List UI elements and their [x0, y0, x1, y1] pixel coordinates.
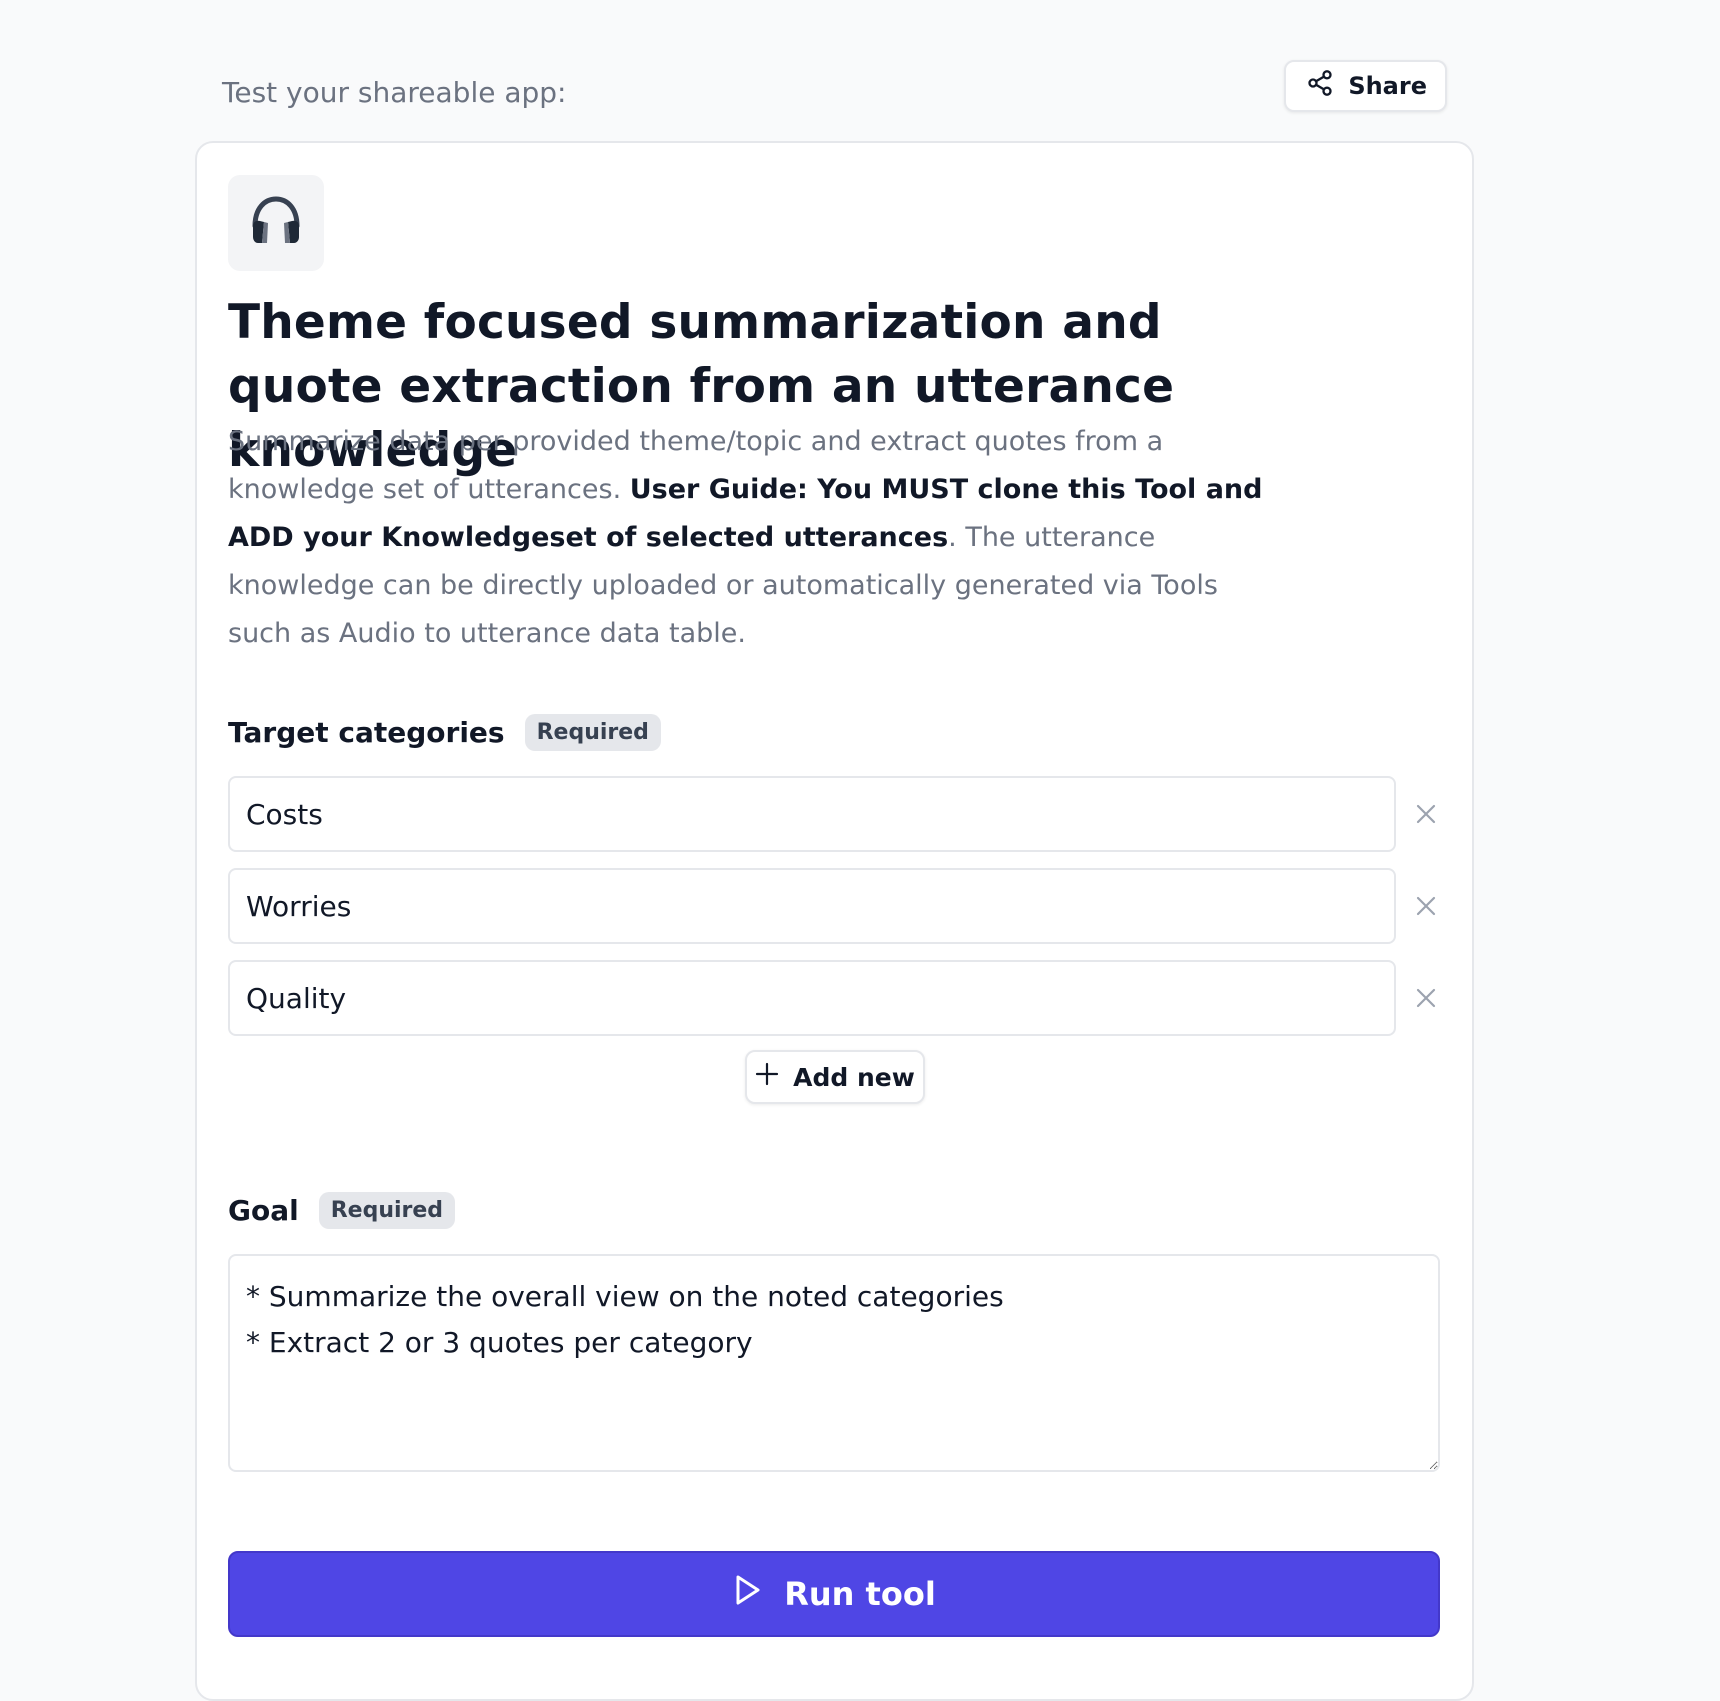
- app-card: Theme focused summarization and quote ex…: [195, 141, 1474, 1701]
- close-icon: [1416, 988, 1436, 1008]
- required-badge: Required: [524, 714, 661, 751]
- headphones-icon: [247, 192, 305, 254]
- add-new-label: Add new: [793, 1062, 915, 1092]
- goal-label: Goal: [228, 1194, 299, 1227]
- app-icon-tile: [228, 175, 324, 271]
- remove-category-button[interactable]: [1411, 799, 1441, 829]
- run-tool-button[interactable]: Run tool: [228, 1551, 1440, 1637]
- category-row: [228, 868, 1438, 944]
- goal-textarea[interactable]: * Summarize the overall view on the note…: [228, 1254, 1440, 1472]
- category-input[interactable]: [228, 960, 1396, 1036]
- category-row: [228, 776, 1438, 852]
- category-input[interactable]: [228, 776, 1396, 852]
- goal-label-row: Goal Required: [228, 1192, 456, 1229]
- remove-category-button[interactable]: [1411, 983, 1441, 1013]
- category-input[interactable]: [228, 868, 1396, 944]
- top-bar: Test your shareable app: Share: [195, 60, 1447, 116]
- play-icon: [732, 1574, 762, 1614]
- required-badge: Required: [318, 1192, 456, 1229]
- share-icon: [1306, 69, 1334, 103]
- remove-category-button[interactable]: [1411, 891, 1441, 921]
- add-new-button[interactable]: Add new: [745, 1050, 925, 1104]
- close-icon: [1416, 896, 1436, 916]
- close-icon: [1416, 804, 1436, 824]
- run-tool-label: Run tool: [784, 1575, 936, 1613]
- target-categories-label-row: Target categories Required: [228, 714, 661, 751]
- target-categories-label: Target categories: [228, 716, 505, 749]
- share-button[interactable]: Share: [1284, 60, 1447, 112]
- app-description: Summarize data per provided theme/topic …: [228, 418, 1278, 658]
- plus-icon: [755, 1062, 779, 1092]
- category-row: [228, 960, 1438, 1036]
- share-label: Share: [1348, 72, 1427, 100]
- top-label: Test your shareable app:: [222, 76, 567, 109]
